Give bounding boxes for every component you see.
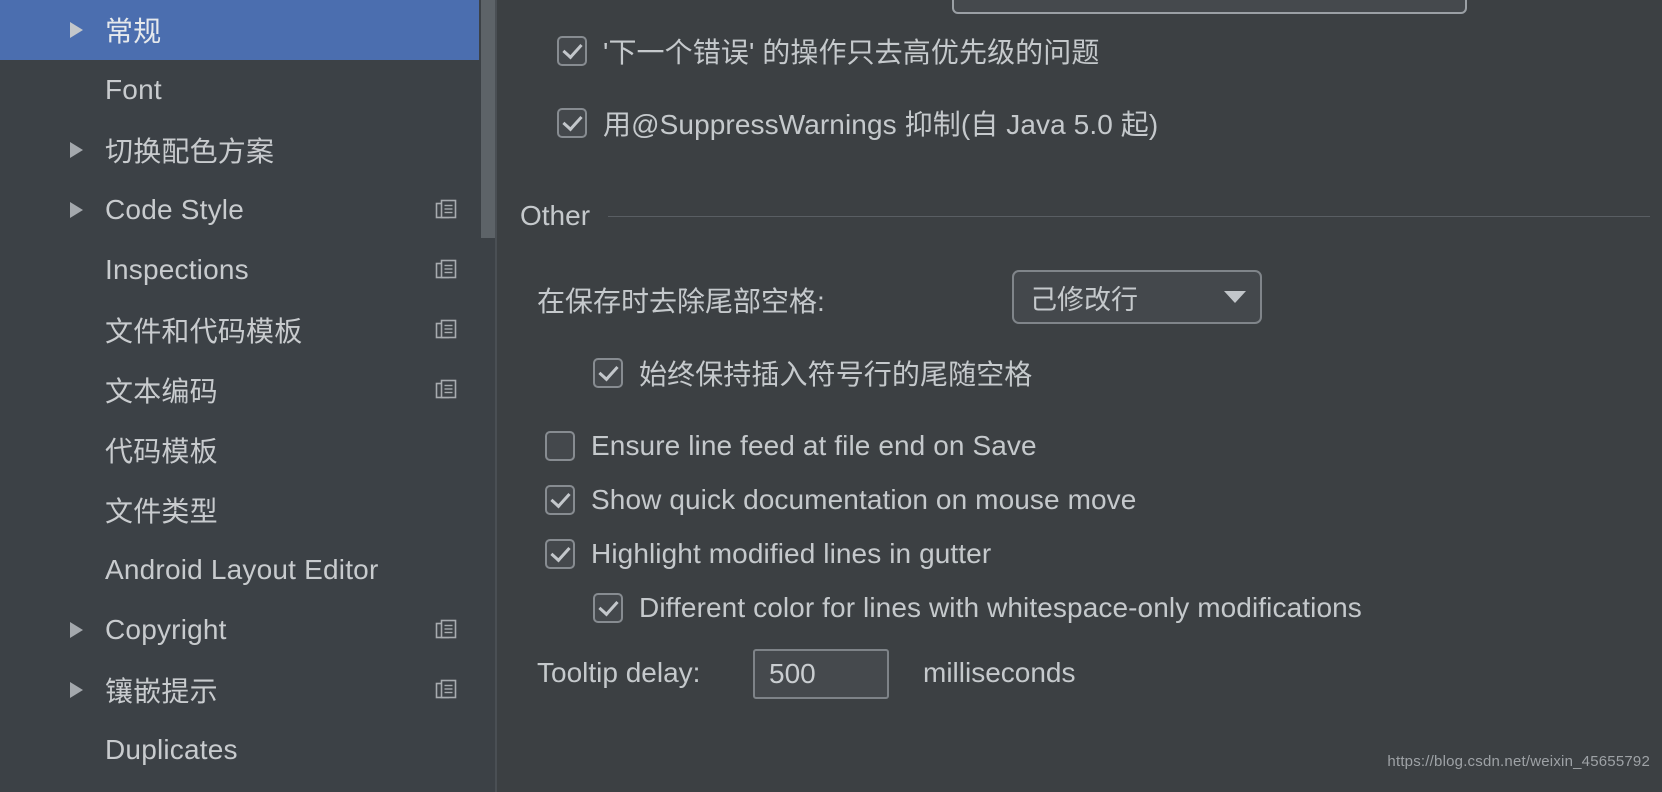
checkbox-quick-documentation[interactable] bbox=[545, 485, 575, 515]
triangle-right-icon[interactable] bbox=[70, 142, 83, 158]
copy-icon[interactable] bbox=[435, 259, 457, 281]
sidebar-item-label: 常规 bbox=[105, 16, 162, 47]
checkbox-whitespace-only-color[interactable] bbox=[593, 593, 623, 623]
chevron-down-icon bbox=[1224, 291, 1246, 303]
sidebar-item-label: Android Layout Editor bbox=[105, 554, 379, 585]
copy-icon[interactable] bbox=[435, 319, 457, 341]
input-value-tooltip-delay: 500 bbox=[769, 658, 816, 689]
checkbox-row-suppress-warnings[interactable]: 用@SuppressWarnings 抑制(自 Java 5.0 起) bbox=[557, 103, 1158, 143]
field-row-strip-trailing-spaces: 在保存时去除尾部空格: bbox=[537, 280, 825, 320]
settings-tree-sidebar: 常规 Font 切换配色方案 Code Style Inspections 文件和代码模板… bbox=[0, 0, 497, 792]
checkbox-suppress-warnings[interactable] bbox=[557, 108, 587, 138]
label-strip-trailing-spaces: 在保存时去除尾部空格: bbox=[537, 286, 825, 317]
copy-icon[interactable] bbox=[435, 619, 457, 641]
checkbox-label-whitespace-only-color: Different color for lines with whitespac… bbox=[639, 592, 1362, 623]
settings-tree: 常规 Font 切换配色方案 Code Style Inspections 文件和代码模板… bbox=[0, 0, 497, 780]
dropdown-value-strip-trailing-spaces: 己修改行 bbox=[1030, 284, 1138, 315]
partially-visible-text-field[interactable] bbox=[952, 0, 1467, 14]
label-tooltip-delay: Tooltip delay: bbox=[537, 657, 701, 688]
checkbox-row-next-error[interactable]: '下一个错误' 的操作只去高优先级的问题 bbox=[557, 31, 1099, 71]
checkbox-label-suppress-warnings: 用@SuppressWarnings 抑制(自 Java 5.0 起) bbox=[603, 109, 1159, 140]
checkbox-label-ensure-line-feed: Ensure line feed at file end on Save bbox=[591, 430, 1037, 461]
sidebar-item-0[interactable]: 常规 bbox=[0, 0, 497, 60]
sidebar-item-3[interactable]: Code Style bbox=[0, 180, 497, 240]
sidebar-item-7[interactable]: 代码模板 bbox=[0, 420, 497, 480]
sidebar-item-label: 文件类型 bbox=[105, 496, 218, 527]
sidebar-item-label: Code Style bbox=[105, 194, 244, 225]
triangle-right-icon[interactable] bbox=[70, 682, 83, 698]
triangle-right-icon[interactable] bbox=[70, 202, 83, 218]
checkbox-row-highlight-modified-lines[interactable]: Highlight modified lines in gutter bbox=[545, 538, 991, 570]
label-tooltip-delay-unit: milliseconds bbox=[923, 657, 1076, 688]
sidebar-item-11[interactable]: 镶嵌提示 bbox=[0, 660, 497, 720]
checkbox-label-keep-caret-line: 始终保持插入符号行的尾随空格 bbox=[639, 359, 1033, 390]
checkbox-row-quick-documentation[interactable]: Show quick documentation on mouse move bbox=[545, 484, 1136, 516]
sidebar-item-12[interactable]: Duplicates bbox=[0, 720, 497, 780]
checkbox-label-highlight-modified-lines: Highlight modified lines in gutter bbox=[591, 538, 992, 569]
dropdown-strip-trailing-spaces[interactable]: 己修改行 bbox=[1012, 270, 1262, 324]
checkbox-label-quick-documentation: Show quick documentation on mouse move bbox=[591, 484, 1137, 515]
sidebar-item-label: Duplicates bbox=[105, 734, 238, 765]
checkbox-row-keep-caret-line[interactable]: 始终保持插入符号行的尾随空格 bbox=[593, 353, 1032, 393]
sidebar-item-6[interactable]: 文本编码 bbox=[0, 360, 497, 420]
section-title-other: Other bbox=[520, 200, 591, 231]
sidebar-item-label: Font bbox=[105, 74, 162, 105]
sidebar-item-5[interactable]: 文件和代码模板 bbox=[0, 300, 497, 360]
sidebar-item-10[interactable]: Copyright bbox=[0, 600, 497, 660]
settings-content-panel: '下一个错误' 的操作只去高优先级的问题 用@SuppressWarnings … bbox=[497, 0, 1662, 792]
input-tooltip-delay[interactable]: 500 bbox=[753, 649, 889, 699]
checkbox-row-ensure-line-feed[interactable]: Ensure line feed at file end on Save bbox=[545, 430, 1037, 462]
triangle-right-icon[interactable] bbox=[70, 22, 83, 38]
section-other: Other bbox=[520, 200, 1650, 232]
checkbox-keep-caret-line[interactable] bbox=[593, 358, 623, 388]
section-divider-other bbox=[608, 215, 1650, 217]
checkbox-next-error[interactable] bbox=[557, 36, 587, 66]
sidebar-item-label: 文件和代码模板 bbox=[105, 316, 303, 347]
triangle-right-icon[interactable] bbox=[70, 622, 83, 638]
copy-icon[interactable] bbox=[435, 199, 457, 221]
sidebar-item-label: 切换配色方案 bbox=[105, 136, 275, 167]
sidebar-item-1[interactable]: Font bbox=[0, 60, 497, 120]
settings-dialog: 常规 Font 切换配色方案 Code Style Inspections 文件和代码模板… bbox=[0, 0, 1662, 792]
sidebar-item-label: 代码模板 bbox=[105, 436, 218, 467]
sidebar-item-label: 镶嵌提示 bbox=[105, 676, 218, 707]
copy-icon[interactable] bbox=[435, 379, 457, 401]
sidebar-item-label: Inspections bbox=[105, 254, 249, 285]
watermark: https://blog.csdn.net/weixin_45655792 bbox=[1387, 753, 1650, 770]
sidebar-item-2[interactable]: 切换配色方案 bbox=[0, 120, 497, 180]
checkbox-row-whitespace-only-color[interactable]: Different color for lines with whitespac… bbox=[593, 592, 1362, 624]
sidebar-item-9[interactable]: Android Layout Editor bbox=[0, 540, 497, 600]
sidebar-item-4[interactable]: Inspections bbox=[0, 240, 497, 300]
sidebar-item-label: Copyright bbox=[105, 614, 227, 645]
checkbox-highlight-modified-lines[interactable] bbox=[545, 539, 575, 569]
copy-icon[interactable] bbox=[435, 679, 457, 701]
sidebar-scrollbar-thumb[interactable] bbox=[481, 0, 496, 238]
sidebar-item-label: 文本编码 bbox=[105, 376, 218, 407]
checkbox-ensure-line-feed[interactable] bbox=[545, 431, 575, 461]
sidebar-item-8[interactable]: 文件类型 bbox=[0, 480, 497, 540]
checkbox-label-next-error: '下一个错误' 的操作只去高优先级的问题 bbox=[603, 37, 1100, 68]
